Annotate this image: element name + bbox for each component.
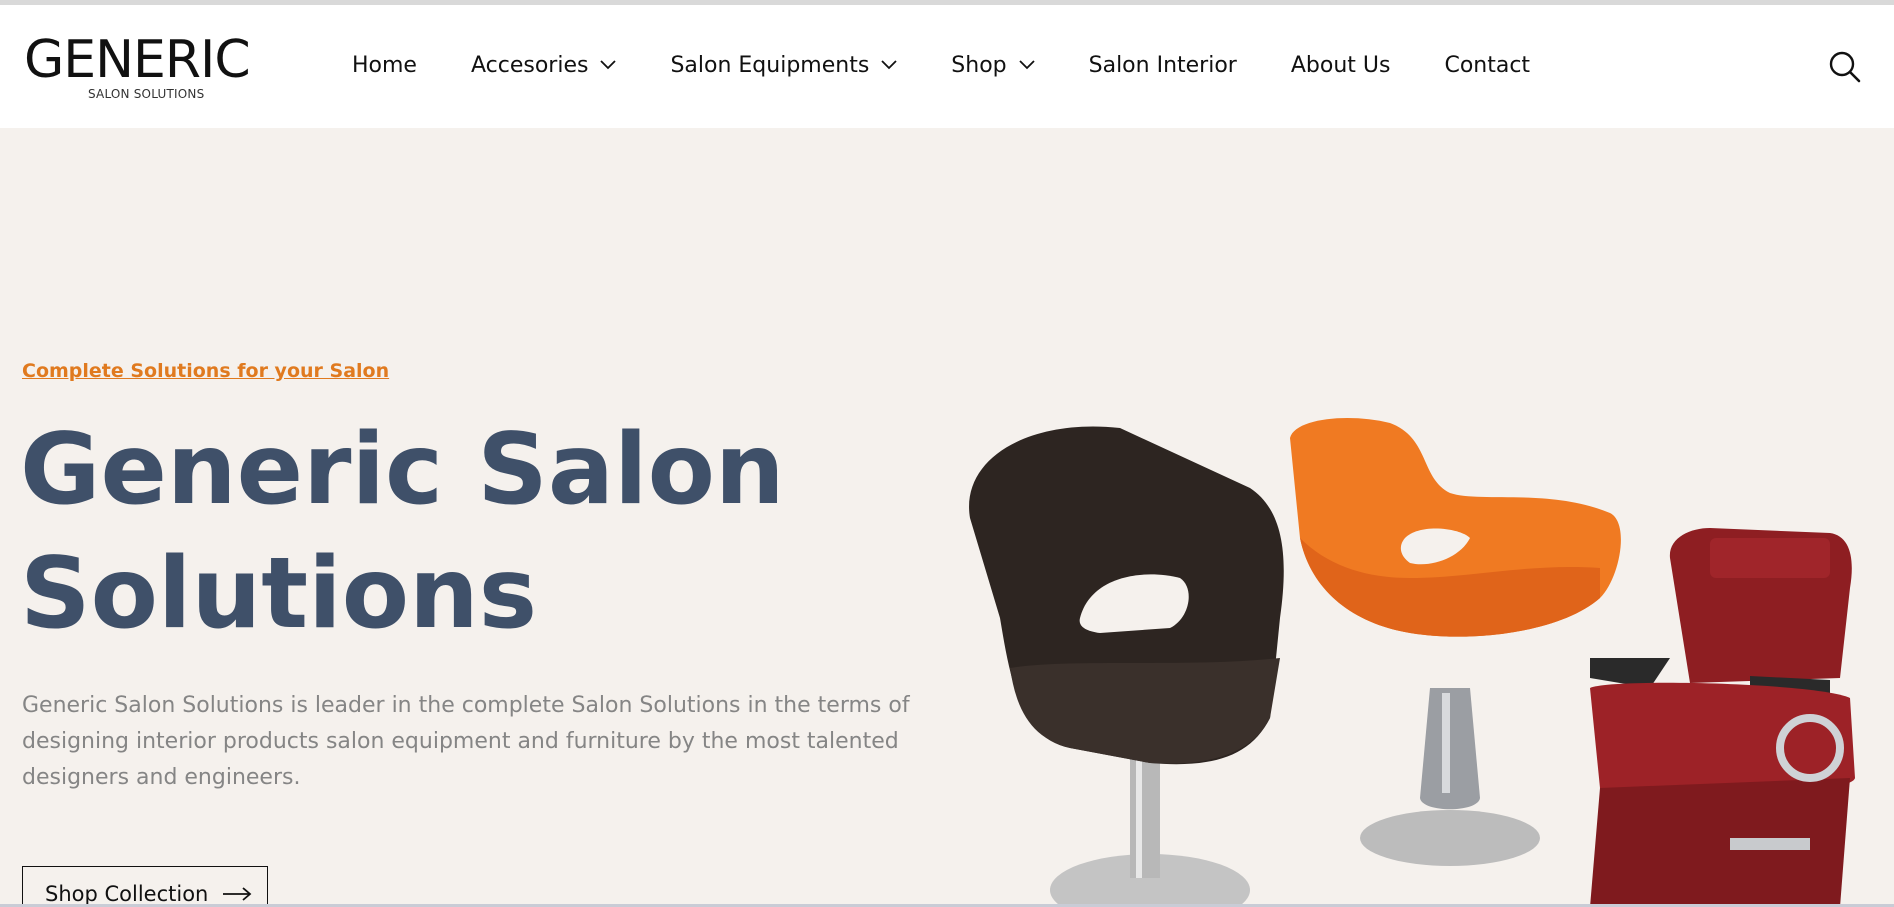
hero-description: Generic Salon Solutions is leader in the… xyxy=(22,693,910,790)
salon-chairs-image xyxy=(969,418,1855,907)
hero-section: Complete Solutions for your Salon Generi… xyxy=(0,128,1894,907)
shop-collection-label: Shop Collection xyxy=(45,882,209,906)
main-nav: Home Accesories Salon Equipments Shop Sa… xyxy=(352,47,1584,83)
chevron-down-icon xyxy=(600,60,617,70)
nav-item-label: Salon Equipments xyxy=(670,52,870,78)
nav-item-label: Accesories xyxy=(470,52,589,78)
chevron-down-icon xyxy=(881,60,897,70)
nav-item-label: Contact xyxy=(1444,52,1531,78)
nav-item-salon-equipments[interactable]: Salon Equipments xyxy=(670,53,897,78)
nav-item-about-us[interactable]: About Us xyxy=(1291,53,1391,78)
shop-collection-button[interactable]: Shop Collection xyxy=(22,866,268,907)
site-logo[interactable]: GENERIC SALON SOLUTIONS xyxy=(24,31,264,105)
nav-item-accesories[interactable]: Accesories xyxy=(470,52,617,78)
nav-item-contact[interactable]: Contact xyxy=(1444,53,1530,78)
nav-item-label: Salon Interior xyxy=(1088,52,1237,78)
hero-title-line2: Solutions xyxy=(20,537,538,651)
black-salon-chair xyxy=(969,426,1284,907)
search-icon[interactable] xyxy=(1828,50,1862,84)
nav-item-label: Home xyxy=(352,52,417,78)
nav-item-home[interactable]: Home xyxy=(352,53,417,78)
nav-item-label: About Us xyxy=(1290,52,1391,78)
nav-item-salon-interior[interactable]: Salon Interior xyxy=(1089,53,1237,78)
hero-title: Generic Salon Solutions xyxy=(20,408,920,656)
logo-wordmark: GENERIC xyxy=(24,30,251,90)
arrow-right-icon xyxy=(223,887,252,901)
chevron-down-icon xyxy=(1018,60,1035,70)
orange-salon-chair xyxy=(1290,418,1621,866)
logo-subtitle: SALON SOLUTIONS xyxy=(88,87,205,101)
nav-item-label: Shop xyxy=(951,52,1007,78)
hero-tagline-link[interactable]: Complete Solutions for your Salon xyxy=(22,360,389,382)
nav-item-shop[interactable]: Shop xyxy=(951,52,1035,78)
site-header: GENERIC SALON SOLUTIONS Home Accesories … xyxy=(0,5,1894,128)
red-barber-chair xyxy=(1590,528,1855,907)
hero-title-line1: Generic Salon xyxy=(20,413,785,527)
